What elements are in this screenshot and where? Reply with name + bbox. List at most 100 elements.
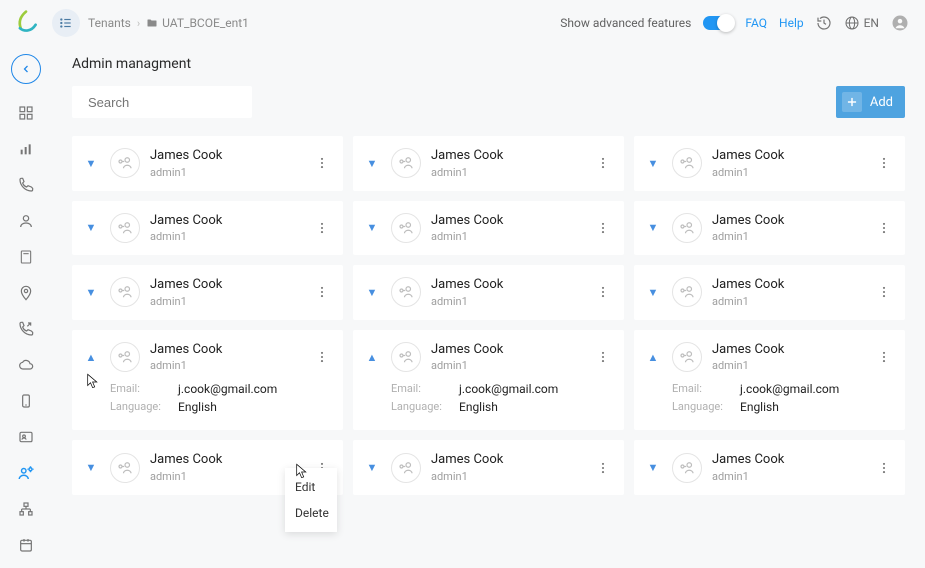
language-selector[interactable]: EN: [844, 15, 879, 31]
chevron-down-icon[interactable]: ▼: [82, 221, 100, 234]
breadcrumb-root[interactable]: Tenants: [88, 16, 131, 30]
user-info: James Cook admin1: [150, 277, 301, 308]
user-card: ▼ James Cook admin1: [72, 136, 343, 191]
nav-device[interactable]: [9, 384, 43, 418]
chevron-down-icon[interactable]: ▼: [363, 461, 381, 474]
nav-contacts[interactable]: [9, 420, 43, 454]
chevron-left-icon: [20, 63, 32, 75]
breadcrumb-current-text: UAT_BCOE_ent1: [162, 16, 249, 30]
email-value: j.cook@gmail.com: [740, 382, 839, 396]
chevron-down-icon[interactable]: ▼: [363, 157, 381, 170]
more-icon[interactable]: [592, 221, 614, 235]
user-details: Email: j.cook@gmail.com Language: Englis…: [82, 382, 333, 414]
user-grid: ▼ James Cook admin1 ▼ James Cook admin1 …: [72, 136, 905, 495]
user-info: James Cook admin1: [431, 148, 582, 179]
help-link[interactable]: Help: [779, 16, 804, 30]
more-icon[interactable]: [592, 461, 614, 475]
card-menu: Edit Delete: [285, 468, 337, 532]
language-label: Language:: [391, 400, 447, 414]
chevron-down-icon[interactable]: ▼: [82, 157, 100, 170]
menu-edit[interactable]: Edit: [285, 474, 337, 500]
advanced-features-toggle[interactable]: [703, 16, 733, 30]
breadcrumb-current[interactable]: UAT_BCOE_ent1: [146, 16, 249, 30]
chevron-up-icon[interactable]: ▲: [82, 351, 100, 364]
email-label: Email:: [672, 382, 728, 396]
user-name: James Cook: [150, 213, 301, 229]
more-icon[interactable]: [873, 156, 895, 170]
nav-dashboard[interactable]: [9, 96, 43, 130]
user-role: admin1: [712, 295, 863, 308]
user-card: ▼ James Cook admin1 Edit Delete: [72, 440, 343, 495]
chevron-down-icon[interactable]: ▼: [363, 221, 381, 234]
nav-analytics[interactable]: [9, 132, 43, 166]
person-icon: [18, 213, 34, 229]
nav-calculator[interactable]: [9, 240, 43, 274]
language-value: English: [459, 400, 498, 414]
chevron-down-icon[interactable]: ▼: [82, 461, 100, 474]
more-icon[interactable]: [592, 285, 614, 299]
nav-network[interactable]: [9, 492, 43, 526]
admin-icon: [17, 464, 35, 482]
user-details: Email: j.cook@gmail.com Language: Englis…: [644, 382, 895, 414]
user-card: ▼ James Cook admin1: [353, 265, 624, 320]
user-card: ▼ James Cook admin1: [634, 201, 905, 256]
chevron-down-icon[interactable]: ▼: [644, 286, 662, 299]
search-box[interactable]: [72, 86, 252, 118]
user-role: admin1: [712, 230, 863, 243]
user-role: admin1: [431, 230, 582, 243]
nav-schedule[interactable]: [9, 528, 43, 562]
chevron-down-icon[interactable]: ▼: [644, 157, 662, 170]
search-input[interactable]: [88, 95, 264, 110]
account-icon[interactable]: [891, 14, 909, 32]
nav-location[interactable]: [9, 276, 43, 310]
more-icon[interactable]: [592, 156, 614, 170]
add-button[interactable]: Add: [836, 86, 905, 118]
more-icon[interactable]: [873, 285, 895, 299]
language-value: English: [178, 400, 217, 414]
nav-calls[interactable]: [9, 168, 43, 202]
more-icon[interactable]: [311, 285, 333, 299]
language-label: Language:: [110, 400, 166, 414]
avatar: [391, 342, 421, 372]
chevron-down-icon[interactable]: ▼: [363, 286, 381, 299]
list-view-icon[interactable]: [52, 9, 80, 37]
faq-link[interactable]: FAQ: [745, 16, 767, 30]
nav-cloud[interactable]: [9, 348, 43, 382]
user-info: James Cook admin1: [431, 452, 582, 483]
chevron-down-icon[interactable]: ▼: [82, 286, 100, 299]
add-button-label: Add: [870, 95, 893, 110]
user-name: James Cook: [150, 277, 301, 293]
more-icon[interactable]: [592, 350, 614, 364]
chevron-down-icon[interactable]: ▼: [644, 461, 662, 474]
user-name: James Cook: [712, 452, 863, 468]
chevron-up-icon[interactable]: ▲: [363, 351, 381, 364]
more-icon[interactable]: [311, 350, 333, 364]
user-details: Email: j.cook@gmail.com Language: Englis…: [363, 382, 614, 414]
more-icon[interactable]: [311, 156, 333, 170]
more-icon[interactable]: [311, 221, 333, 235]
back-button[interactable]: [11, 54, 41, 84]
topbar: Tenants › UAT_BCOE_ent1 Show advanced fe…: [0, 0, 925, 46]
page-title: Admin managment: [72, 56, 905, 72]
user-card: ▼ James Cook admin1: [72, 265, 343, 320]
nav-call-back[interactable]: [9, 312, 43, 346]
user-role: admin1: [431, 470, 582, 483]
user-card: ▼ James Cook admin1: [634, 136, 905, 191]
chevron-down-icon[interactable]: ▼: [644, 221, 662, 234]
more-icon[interactable]: [873, 350, 895, 364]
main-content: Admin managment Add ▼ James Cook admin1: [52, 46, 925, 568]
nav-admin[interactable]: [9, 456, 43, 490]
more-icon[interactable]: [873, 461, 895, 475]
chevron-up-icon[interactable]: ▲: [644, 351, 662, 364]
user-card: ▲ James Cook admin1 Email: j.cook@gmail.…: [353, 330, 624, 431]
more-icon[interactable]: [873, 221, 895, 235]
user-card: ▲ James Cook admin1 Email: j.cook@gmail.…: [634, 330, 905, 431]
advanced-features-label: Show advanced features: [560, 16, 691, 30]
avatar: [391, 277, 421, 307]
menu-delete[interactable]: Delete: [285, 500, 337, 526]
user-info: James Cook admin1: [712, 277, 863, 308]
user-role: admin1: [150, 166, 301, 179]
nav-users[interactable]: [9, 204, 43, 238]
user-card: ▼ James Cook admin1: [353, 440, 624, 495]
history-icon[interactable]: [816, 15, 832, 31]
